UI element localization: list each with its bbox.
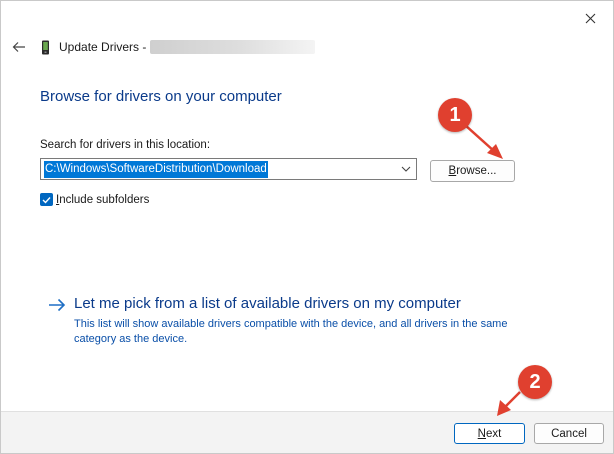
pick-from-list-description: This list will show available drivers co… — [74, 318, 508, 345]
page-heading: Browse for drivers on your computer — [40, 88, 282, 105]
chevron-down-icon — [401, 166, 411, 172]
pick-from-list-link[interactable]: Let me pick from a list of available dri… — [46, 293, 461, 316]
pick-from-list-title[interactable]: Let me pick from a list of available dri… — [74, 293, 461, 315]
device-icon — [39, 39, 51, 55]
redacted-device-name — [150, 40, 316, 54]
search-location-label: Search for drivers in this location: — [40, 139, 211, 151]
annotation-badge-2: 2 — [518, 365, 552, 399]
back-arrow-icon — [12, 42, 25, 52]
checkmark-icon — [42, 196, 51, 204]
include-subfolders-label: Include subfolders — [56, 194, 149, 206]
arrow-right-icon — [46, 294, 68, 316]
next-mnemonic: N — [477, 427, 486, 440]
include-label-rest: nclude subfolders — [59, 193, 150, 206]
cancel-button[interactable]: Cancel — [534, 423, 604, 444]
next-button[interactable]: Next — [454, 423, 525, 444]
browse-mnemonic: B — [448, 165, 457, 177]
include-subfolders-checkbox[interactable] — [40, 193, 53, 206]
search-location-value[interactable]: C:\Windows\SoftwareDistribution\Download — [44, 160, 268, 178]
back-button[interactable] — [9, 37, 29, 57]
next-label: ext — [485, 427, 502, 440]
close-icon — [585, 13, 595, 23]
include-subfolders-option[interactable]: Include subfolders — [40, 193, 149, 206]
close-button[interactable] — [579, 7, 601, 29]
window-title: Update Drivers - — [59, 40, 147, 54]
browse-button[interactable]: Browse... — [430, 160, 515, 182]
search-location-combobox[interactable]: C:\Windows\SoftwareDistribution\Download — [40, 158, 417, 180]
annotation-badge-1: 1 — [438, 98, 472, 132]
browse-label: rowse... — [456, 165, 497, 177]
dropdown-button[interactable] — [399, 162, 413, 176]
title-bar: Update Drivers - — [9, 35, 316, 59]
